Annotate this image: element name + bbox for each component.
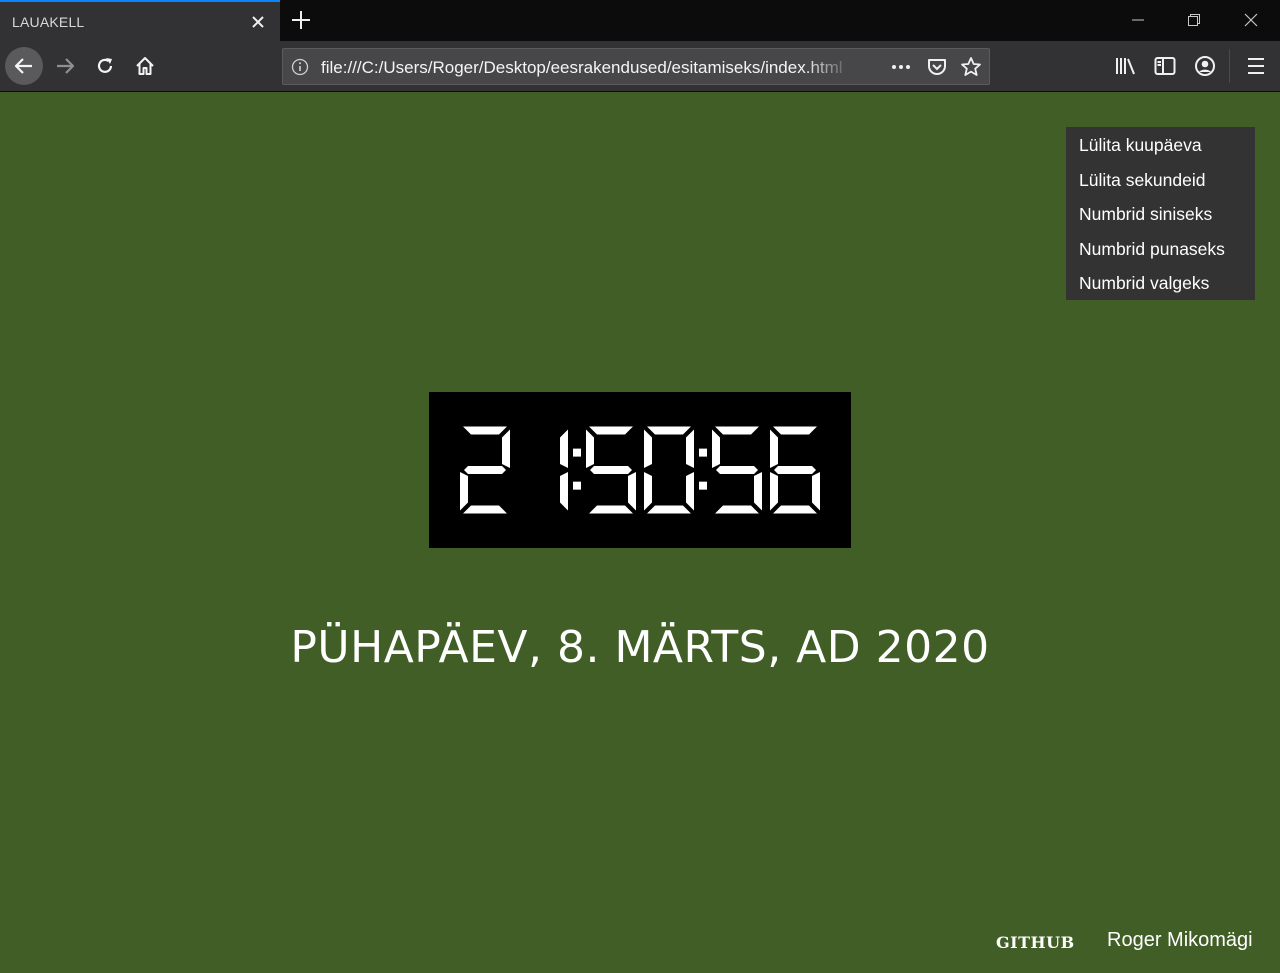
clock-colon [573, 448, 581, 490]
tab-bar: LAUAKELL [0, 0, 1280, 41]
clock-segment [686, 472, 694, 511]
clock-segment [590, 466, 632, 474]
info-icon[interactable] [291, 58, 309, 76]
url-text[interactable]: file:///C:/Users/Roger/Desktop/eesrakend… [321, 58, 851, 78]
clock-segment [686, 429, 694, 468]
clock-segment [716, 466, 758, 474]
clock-colon-dot [573, 448, 581, 457]
clock-segment [463, 505, 507, 514]
author-name: Roger Mikomägi [1107, 929, 1253, 951]
sidebar-icon[interactable] [1153, 54, 1177, 78]
clock-segment [774, 466, 816, 474]
clock-colon-dot [699, 448, 707, 457]
clock-digit [460, 426, 510, 514]
clock-colon-dot [573, 481, 581, 490]
plus-icon[interactable] [286, 5, 316, 35]
clock-segment [644, 472, 652, 511]
url-fade [803, 49, 853, 84]
clock-digit [712, 426, 762, 514]
clock-colon-dot [699, 481, 707, 490]
clock-colon [699, 448, 707, 490]
digits-blue-button[interactable]: Numbrid siniseks [1066, 202, 1255, 237]
clock-segment [812, 472, 820, 511]
more-horizontal-icon[interactable] [890, 56, 912, 78]
date-display: PÜHAPÄEV, 8. MÄRTS, AD 2020 [290, 622, 990, 673]
tab-title: LAUAKELL [12, 14, 85, 30]
home-icon[interactable] [126, 47, 164, 85]
pocket-icon[interactable] [926, 56, 948, 78]
navigation-toolbar: file:///C:/Users/Roger/Desktop/eesrakend… [0, 41, 1280, 92]
clock-segment [589, 426, 633, 435]
arrow-right-icon[interactable] [46, 47, 84, 85]
clock-segment [628, 472, 636, 511]
toolbar-separator [1229, 49, 1230, 83]
clock-segment [644, 429, 652, 468]
active-tab[interactable]: LAUAKELL [0, 0, 280, 41]
reload-icon[interactable] [86, 47, 124, 85]
clock-segment [773, 426, 817, 435]
clock-digit [560, 429, 568, 511]
clock-segment [460, 472, 468, 511]
digital-clock [429, 392, 851, 548]
clock-segment [586, 429, 594, 468]
hamburger-icon[interactable] [1244, 54, 1268, 78]
clock-segment [770, 472, 778, 511]
clock-segment [647, 505, 691, 514]
clock-segment [463, 426, 507, 435]
arrow-left-icon[interactable] [5, 47, 43, 85]
clock-segment [754, 472, 762, 511]
clock-segment [712, 429, 720, 468]
clock-segment [502, 429, 510, 468]
toggle-date-button[interactable]: Lülita kuupäeva [1066, 133, 1255, 168]
clock-segment [560, 472, 568, 511]
clock-segment [715, 426, 759, 435]
library-icon[interactable] [1114, 54, 1138, 78]
clock-digit [644, 426, 694, 514]
clock-segment [560, 429, 568, 468]
clock-segment [464, 466, 506, 474]
settings-menu: Lülita kuupäeva Lülita sekundeid Numbrid… [1066, 127, 1255, 300]
clock-segment [770, 429, 778, 468]
clock-segment [589, 505, 633, 514]
clock-segment [647, 426, 691, 435]
star-icon[interactable] [960, 56, 982, 78]
clock-digits [460, 426, 820, 514]
window-close-icon[interactable] [1223, 0, 1279, 41]
github-link[interactable]: GITHUB [996, 933, 1075, 952]
account-icon[interactable] [1193, 54, 1217, 78]
restore-icon[interactable] [1166, 0, 1222, 41]
digits-white-button[interactable]: Numbrid valgeks [1066, 271, 1255, 306]
clock-segment [773, 505, 817, 514]
clock-digit [770, 426, 820, 514]
close-icon[interactable] [246, 10, 270, 34]
url-bar[interactable]: file:///C:/Users/Roger/Desktop/eesrakend… [282, 48, 990, 85]
digits-red-button[interactable]: Numbrid punaseks [1066, 237, 1255, 272]
clock-digit [586, 426, 636, 514]
minimize-icon[interactable] [1110, 0, 1166, 41]
clock-segment [715, 505, 759, 514]
toggle-seconds-button[interactable]: Lülita sekundeid [1066, 168, 1255, 203]
